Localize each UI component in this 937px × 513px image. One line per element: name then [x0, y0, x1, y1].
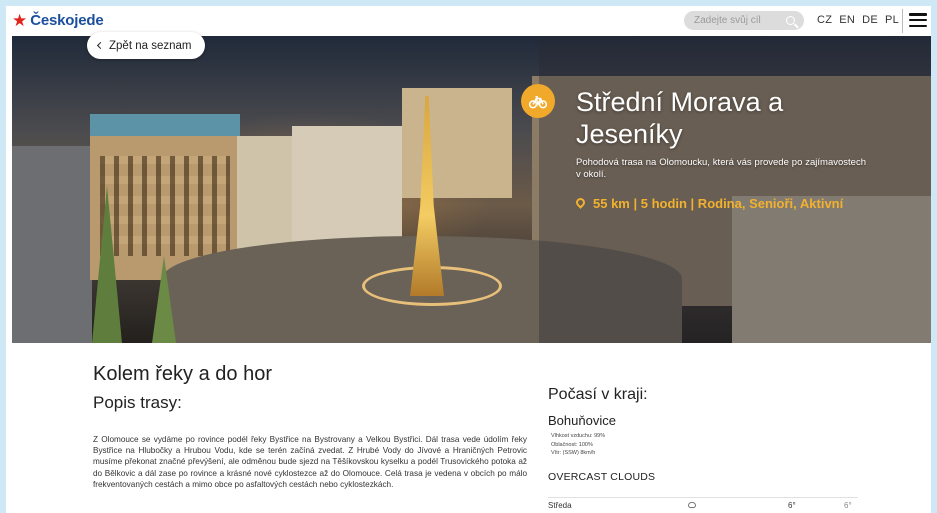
forecast-day: Středa [548, 501, 572, 510]
weather-clouds: Oblačnost: 100% [551, 441, 593, 448]
weather-wind: Vítr: (SSW) 8km/h [551, 450, 596, 456]
weather-heading: Počasí v kraji: [548, 386, 648, 403]
hero-photo-windows [100, 156, 230, 256]
weather-humidity: Vlhkost vzduchu: 99% [551, 433, 606, 439]
language-switcher: CZ EN DE PL [817, 14, 899, 26]
search-icon[interactable] [786, 16, 795, 25]
logo[interactable]: Českojede [12, 12, 104, 29]
location-pin-icon [574, 196, 587, 209]
hero-subtitle: Pohodová trasa na Olomoucku, která vás p… [576, 157, 866, 180]
header-divider [902, 9, 903, 33]
page: Českojede CZ EN DE PL Zpět na [6, 6, 931, 513]
lang-cz[interactable]: CZ [817, 14, 832, 26]
search-box[interactable] [684, 11, 804, 30]
lang-de[interactable]: DE [862, 14, 878, 26]
lang-en[interactable]: EN [839, 14, 855, 26]
hero-banner [12, 36, 931, 343]
lang-pl[interactable]: PL [885, 14, 899, 26]
hero-text-overlay [539, 36, 931, 343]
forecast-row: Středa 6° 6° [548, 497, 858, 511]
weather-city: Bohuňovice [548, 413, 616, 428]
forecast-temp-max: 6° [788, 501, 796, 510]
weather-condition: OVERCAST CLOUDS [548, 471, 656, 483]
weather-details: Vlhkost vzduchu: 99% Oblačnost: 100% Vít… [551, 432, 605, 458]
hero-photo-roof [90, 114, 240, 136]
logo-text: Českojede [30, 12, 104, 29]
search-input[interactable] [694, 15, 782, 26]
star-icon [12, 12, 27, 29]
route-description: Z Olomouce se vydáme po rovince podél ře… [93, 435, 527, 489]
chevron-left-icon [96, 41, 105, 50]
cloud-icon [688, 499, 788, 510]
hero-photo-building [12, 146, 92, 343]
route-description-heading: Popis trasy: [93, 393, 182, 412]
route-stats: 55 km | 5 hodin | Rodina, Senioři, Aktiv… [574, 195, 866, 212]
bicycle-icon [521, 84, 555, 118]
back-to-list-button[interactable]: Zpět na seznam [87, 32, 206, 59]
route-heading: Kolem řeky a do hor [93, 363, 272, 385]
hamburger-menu-icon[interactable] [909, 13, 927, 27]
hero-photo-building [402, 88, 512, 198]
hero-photo-building [292, 126, 402, 246]
back-button-label: Zpět na seznam [109, 39, 192, 52]
page-title: Střední Morava a Jeseníky [576, 87, 784, 149]
route-stats-text: 55 km | 5 hodin | Rodina, Senioři, Aktiv… [593, 196, 844, 211]
forecast-temp-min: 6° [844, 501, 852, 510]
